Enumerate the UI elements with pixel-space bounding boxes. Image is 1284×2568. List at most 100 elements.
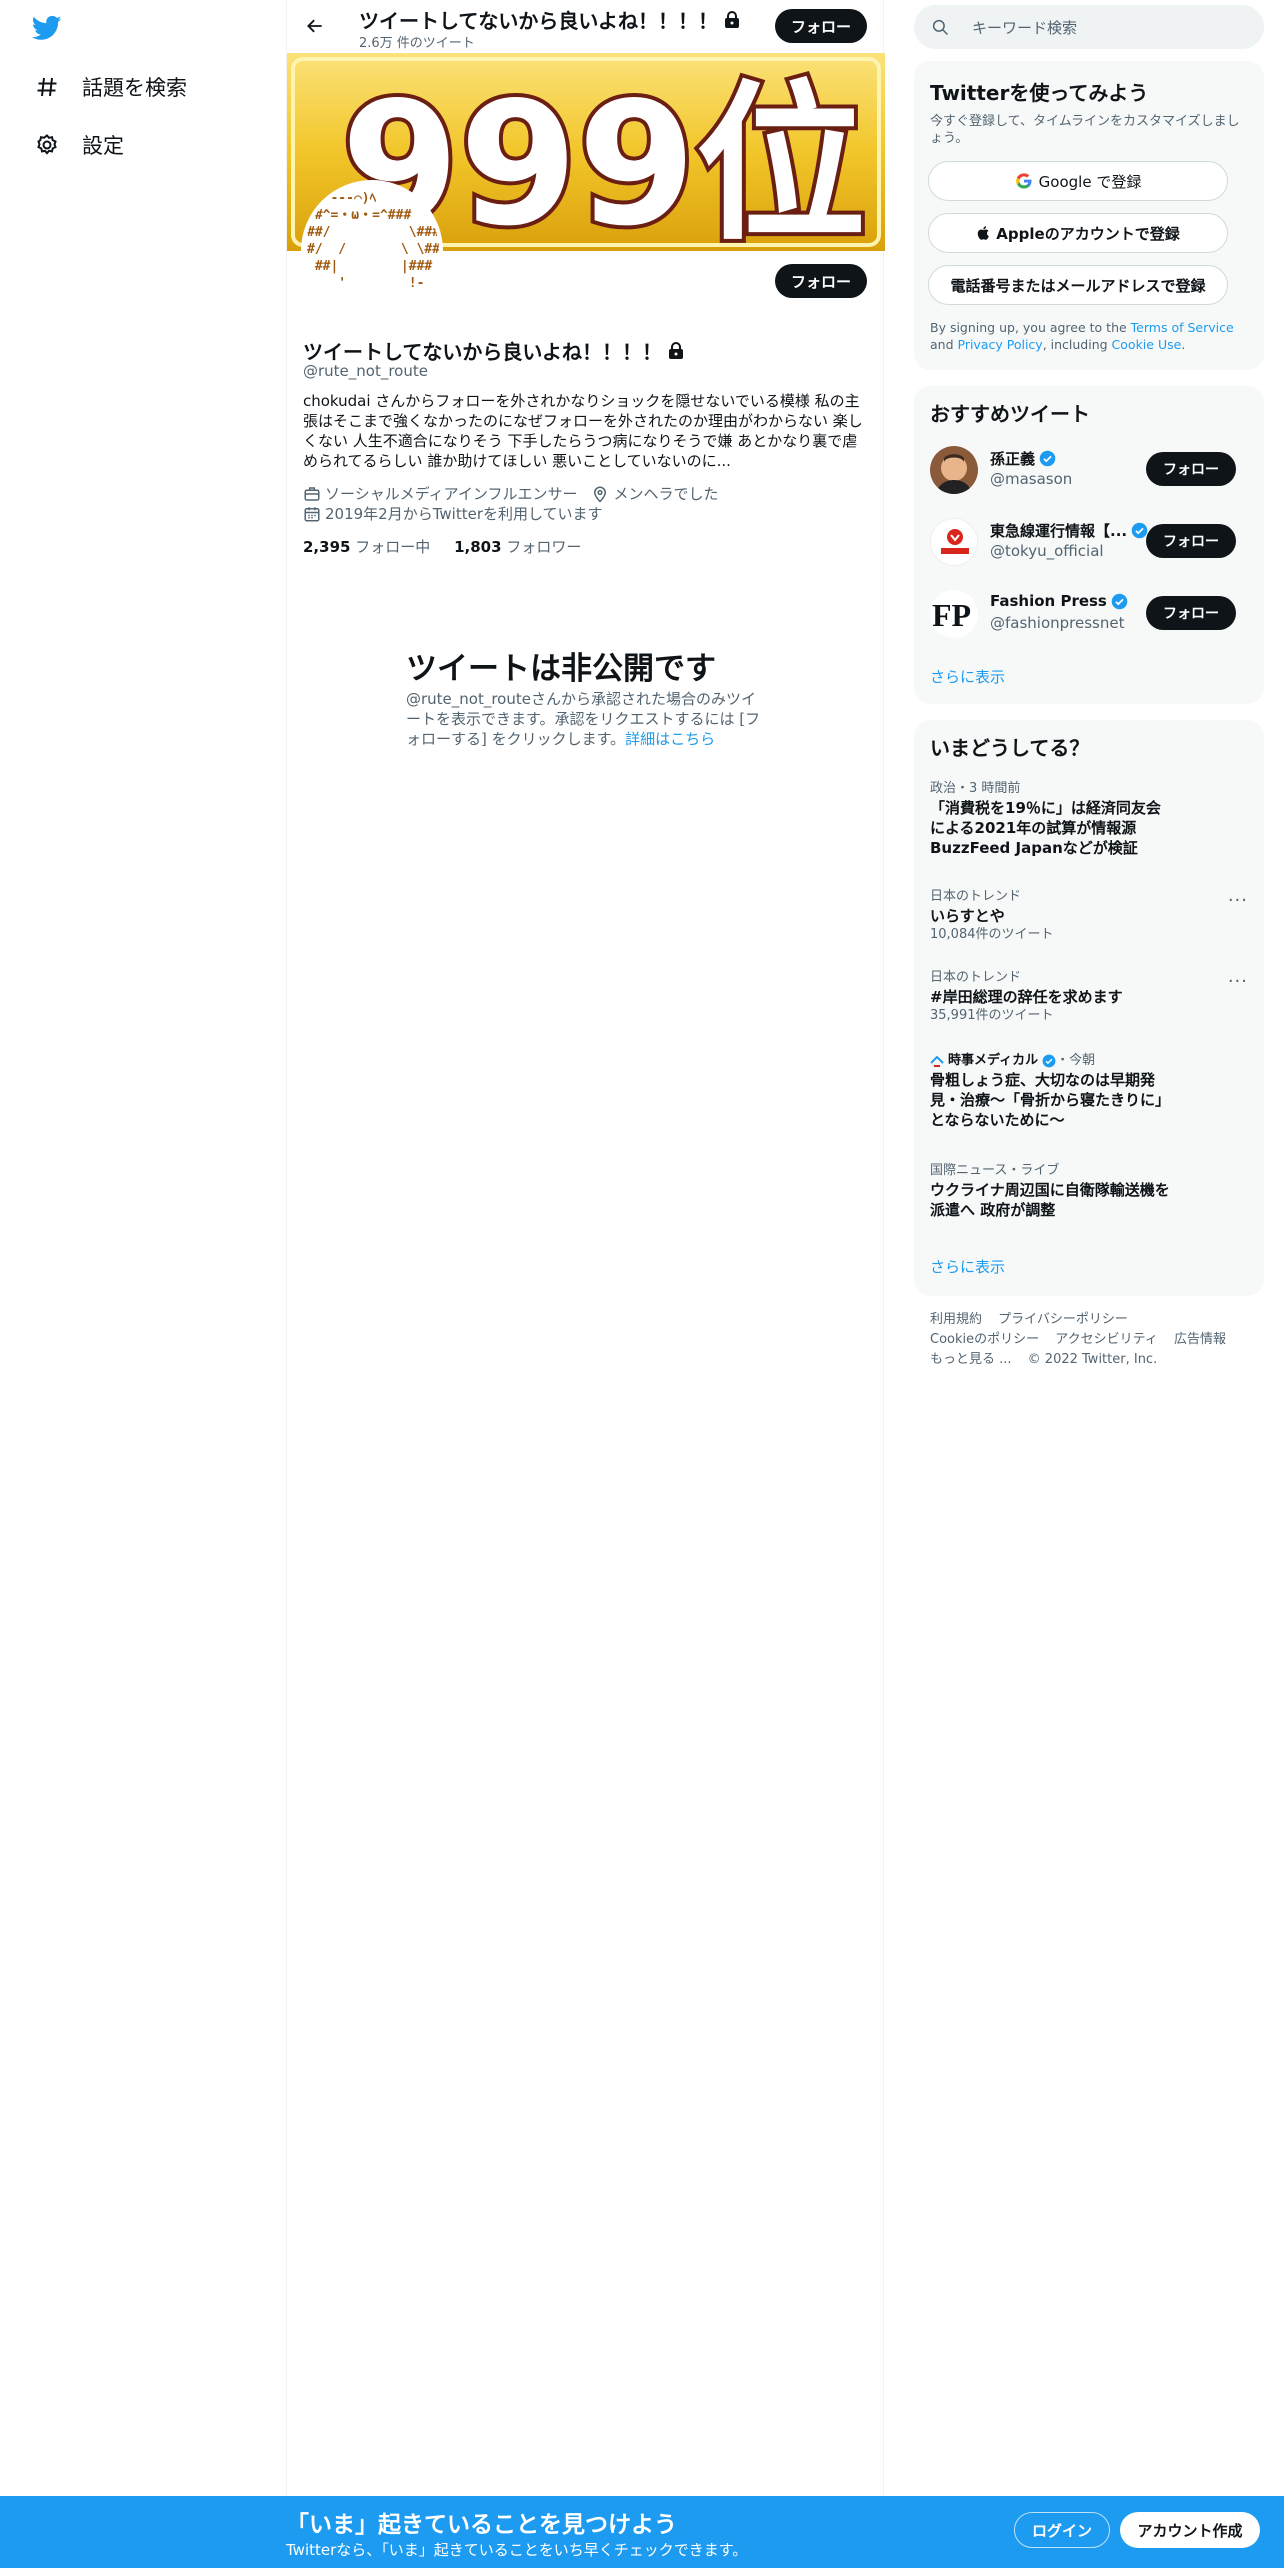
followers-link[interactable]: 1,803 フォロワー <box>454 538 581 556</box>
private-notice-body: @rute_not_routeさんから承認された場合のみツイートを表示できます。… <box>406 689 766 749</box>
more-options-icon[interactable]: ··· <box>1228 890 1248 911</box>
terms-of-service-link[interactable]: Terms of Service <box>1131 320 1234 335</box>
trend-item[interactable]: 日本のトレンド いらすとや 10,084件のツイート ··· <box>930 888 1248 944</box>
trends-show-more[interactable]: さらに表示 <box>930 1256 1005 1277</box>
trend-title: いらすとや <box>930 907 1005 925</box>
login-button[interactable]: ログイン <box>1014 2512 1110 2548</box>
following-link[interactable]: 2,395 フォロー中 <box>303 538 430 556</box>
gear-icon <box>34 132 60 158</box>
follow-button[interactable]: フォロー <box>1146 452 1236 486</box>
search-box[interactable]: キーワード検索 <box>914 5 1264 49</box>
following-count: 2,395 <box>303 538 351 556</box>
profile-avatar[interactable]: ---⌒)ﾍ /#^=・ω・=^### ##/ \### #/ / \ \## … <box>301 180 443 322</box>
trend-count: 10,084件のツイート <box>930 927 1054 942</box>
terms-and: and <box>930 337 958 352</box>
bottom-bar-title: 「いま」起きていることを見つけよう <box>286 2512 677 2538</box>
privacy-policy-link[interactable]: Privacy Policy <box>958 337 1043 352</box>
following-label: フォロー中 <box>355 538 431 556</box>
nav-explore[interactable]: 話題を検索 <box>34 67 187 107</box>
trend-category: 政治・3 時間前 <box>930 781 1021 796</box>
header-follow-button[interactable]: フォロー <box>775 9 867 43</box>
footer-terms-link[interactable]: 利用規約 <box>930 1312 982 1327</box>
private-notice-title: ツイートは非公開です <box>406 651 716 687</box>
who-to-follow-card: おすすめツイート 孫正義 @masason フォロー 東急線運行情報【... @… <box>914 386 1264 704</box>
trend-item[interactable]: 日本のトレンド #岸田総理の辞任を求めます 35,991件のツイート ··· <box>930 969 1248 1025</box>
back-arrow-icon[interactable] <box>301 12 329 40</box>
location-pin-icon <box>594 486 607 503</box>
footer-links: 利用規約 プライバシーポリシー Cookieのポリシー アクセシビリティ 広告情… <box>930 1310 1238 1370</box>
twitter-logo-icon[interactable] <box>30 13 64 43</box>
trend-title: 骨粗しょう症、大切なのは早期発見・治療～「骨折から寝たきりに」とならないために～ <box>930 1071 1171 1129</box>
trend-source-row: 時事メディカル ・今朝 <box>930 1052 1170 1070</box>
lock-icon <box>725 10 739 28</box>
trend-time: ・今朝 <box>1056 1053 1096 1068</box>
trend-item[interactable]: 国際ニュース・ライブ ウクライナ周辺国に自衛隊輸送機を派遣へ 政府が調整 <box>930 1162 1170 1220</box>
profile-joined-text: 2019年2月からTwitterを利用しています <box>325 505 603 523</box>
footer-cookie-link[interactable]: Cookieのポリシー <box>930 1332 1039 1347</box>
suggestion-name: 孫正義 <box>990 448 1056 469</box>
trends-card: いまどうしてる？ 政治・3 時間前 「消費税を19％に」は経済同友会による202… <box>914 720 1264 1296</box>
profile-handle: @rute_not_route <box>303 362 428 380</box>
profile-meta-row-2: 2019年2月からTwitterを利用しています <box>303 503 617 524</box>
profile-name-text: ツイートしてないから良いよね！！！！ <box>303 340 662 364</box>
profile-location: メンヘラでした <box>591 483 718 504</box>
signup-card: Twitterを使ってみよう 今すぐ登録して、タイムラインをカスタマイズしましょ… <box>914 61 1264 370</box>
follow-button[interactable]: フォロー <box>1146 596 1236 630</box>
trend-category: 日本のトレンド <box>930 970 1022 985</box>
follow-suggestion[interactable]: 孫正義 @masason フォロー <box>930 442 1248 498</box>
tweet-count: 2.6万 件のツイート <box>359 36 475 51</box>
svg-text:FP: FP <box>932 597 971 633</box>
profile-follow-button[interactable]: フォロー <box>775 264 867 298</box>
terms-including: , including <box>1042 337 1112 352</box>
apple-signup-button[interactable]: Appleのアカウントで登録 <box>928 213 1228 253</box>
trend-title: ウクライナ周辺国に自衛隊輸送機を派遣へ 政府が調整 <box>930 1181 1170 1219</box>
profile-category-text: ソーシャルメディアインフルエンサー <box>325 485 578 503</box>
verified-badge-icon <box>1039 450 1056 467</box>
google-icon <box>1015 173 1032 189</box>
trends-title: いまどうしてる？ <box>930 736 1090 760</box>
avatar <box>930 518 978 566</box>
follow-suggestion[interactable]: FP Fashion Press @fashionpressnet フォロー <box>930 586 1248 642</box>
lock-icon <box>669 341 683 359</box>
footer-more-link[interactable]: もっと見る ... <box>930 1352 1012 1367</box>
footer-ads-link[interactable]: 広告情報 <box>1174 1332 1226 1347</box>
footer-accessibility-link[interactable]: アクセシビリティ <box>1055 1332 1158 1347</box>
learn-more-link[interactable]: 詳細はこちら <box>625 730 715 748</box>
trend-item[interactable]: 時事メディカル ・今朝 骨粗しょう症、大切なのは早期発見・治療～「骨折から寝たき… <box>930 1052 1170 1130</box>
bottom-bar-subtitle: Twitterなら、「いま」起きていることをいち早くチェックできます。 <box>286 2541 748 2559</box>
who-to-follow-show-more[interactable]: さらに表示 <box>930 666 1005 687</box>
follow-button[interactable]: フォロー <box>1146 524 1236 558</box>
who-to-follow-title: おすすめツイート <box>930 402 1090 426</box>
terms-notice: By signing up, you agree to the Terms of… <box>930 319 1252 353</box>
signup-subtitle: 今すぐ登録して、タイムラインをカスタマイズしましょう。 <box>930 114 1240 146</box>
avatar-ascii-art: ---⌒)ﾍ /#^=・ω・=^### ##/ \### #/ / \ \## … <box>307 191 441 291</box>
trend-category: 国際ニュース・ライブ <box>930 1163 1060 1178</box>
footer-privacy-link[interactable]: プライバシーポリシー <box>998 1312 1128 1327</box>
suggestion-handle: @masason <box>990 470 1073 488</box>
profile-bio: chokudai さんからフォローを外されかなりショックを隠せないでいる模様 私… <box>303 392 863 470</box>
calendar-icon <box>304 506 320 521</box>
search-input[interactable]: キーワード検索 <box>972 17 1077 38</box>
trend-item[interactable]: 政治・3 時間前 「消費税を19％に」は経済同友会による2021年の試算が情報源… <box>930 780 1170 858</box>
suggestion-name: 東急線運行情報【... <box>990 520 1148 541</box>
suggestion-name-text: Fashion Press <box>990 592 1107 610</box>
profile-stats: 2,395 フォロー中 1,803 フォロワー <box>303 536 581 557</box>
suggestion-handle: @fashionpressnet <box>990 614 1125 632</box>
nav-settings-label: 設定 <box>82 134 124 158</box>
terms-end: . <box>1181 337 1186 352</box>
google-signup-button[interactable]: Google で登録 <box>928 161 1228 201</box>
header-title: ツイートしてないから良いよね！！！！ <box>359 5 740 34</box>
verified-badge-icon <box>1042 1054 1056 1068</box>
more-options-icon[interactable]: ··· <box>1228 971 1248 992</box>
phone-email-signup-button[interactable]: 電話番号またはメールアドレスで登録 <box>928 265 1228 305</box>
cookie-use-link[interactable]: Cookie Use <box>1112 337 1182 352</box>
google-signup-label: Google で登録 <box>1038 172 1142 191</box>
follow-suggestion[interactable]: 東急線運行情報【... @tokyu_official フォロー <box>930 514 1248 570</box>
profile-category: ソーシャルメディアインフルエンサー <box>303 483 577 504</box>
briefcase-icon <box>304 486 320 501</box>
signup-button[interactable]: アカウント作成 <box>1120 2512 1260 2548</box>
suggestion-handle: @tokyu_official <box>990 542 1104 560</box>
nav-settings[interactable]: 設定 <box>34 125 124 165</box>
avatar <box>930 446 978 494</box>
header-title-text: ツイートしてないから良いよね！！！！ <box>359 9 718 33</box>
